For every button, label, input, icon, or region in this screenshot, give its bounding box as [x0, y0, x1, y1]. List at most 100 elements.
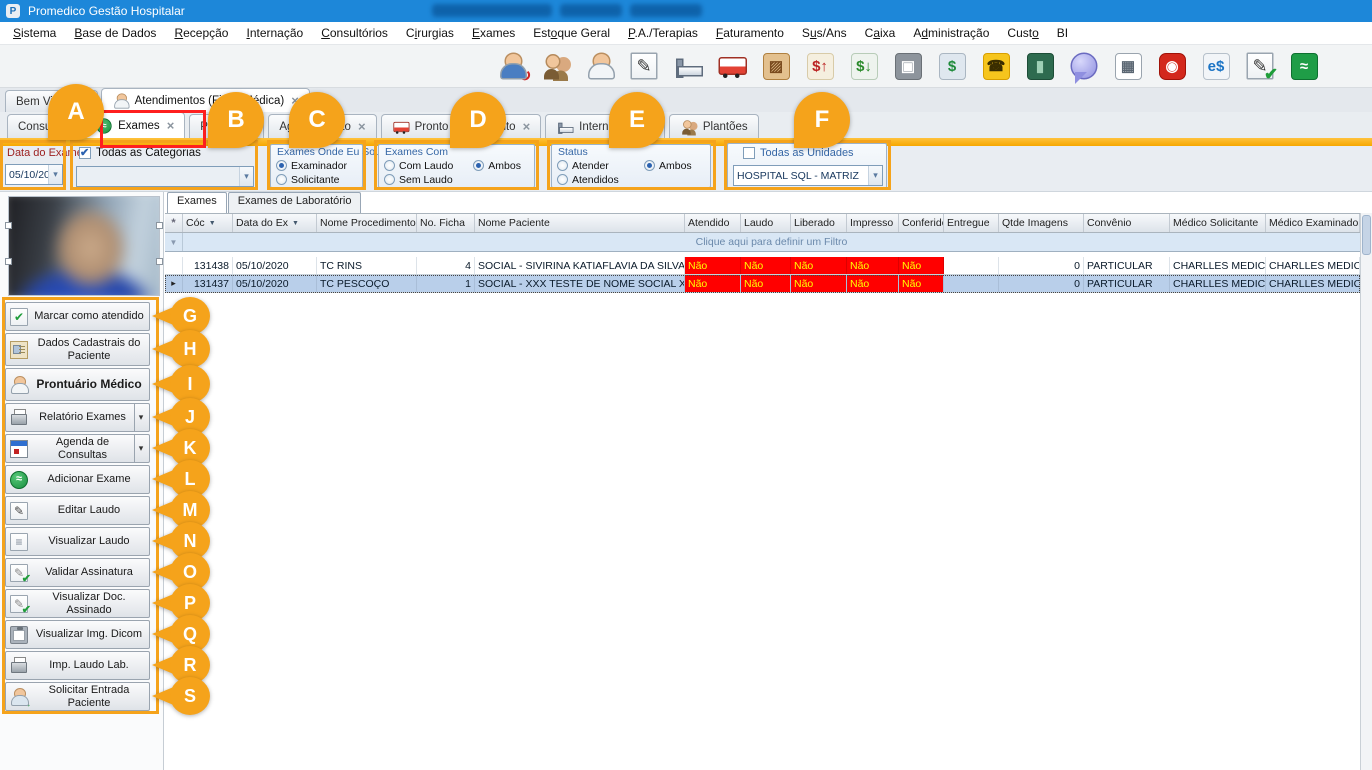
- menu-item-consultorios[interactable]: Consultórios: [312, 26, 397, 40]
- grid-tab-exames[interactable]: Exames: [167, 192, 227, 213]
- doctor-icon[interactable]: [584, 50, 616, 82]
- shutdown-icon[interactable]: ◉: [1156, 50, 1188, 82]
- radio-examinador[interactable]: Examinador: [276, 159, 357, 172]
- ambulance-icon[interactable]: [716, 50, 748, 82]
- button-validar-assinatura[interactable]: ✎✔Validar Assinatura: [5, 558, 150, 587]
- tab-prontuario[interactable]: Prontuário: [189, 114, 264, 138]
- close-tab-icon[interactable]: ×: [646, 119, 654, 134]
- resize-handle[interactable]: [156, 258, 163, 265]
- close-tab-icon[interactable]: ×: [167, 118, 175, 133]
- signed-doc-icon[interactable]: ✎✔: [1244, 50, 1276, 82]
- button-visualizar-img-dicom[interactable]: Visualizar Img. Dicom: [5, 620, 150, 649]
- manual-book-icon[interactable]: ▮: [1024, 50, 1056, 82]
- close-tab-icon[interactable]: ×: [291, 93, 299, 108]
- radio-solicitante[interactable]: Solicitante: [276, 173, 357, 186]
- close-tab-icon[interactable]: ×: [523, 119, 531, 134]
- menu-item-internacao[interactable]: Internação: [237, 26, 312, 40]
- column-header-impresso[interactable]: Impresso: [847, 214, 899, 232]
- tab-consultas[interactable]: Consultas: [7, 114, 80, 138]
- radio-ambos[interactable]: Ambos: [473, 159, 529, 172]
- column-header-conferido[interactable]: Conferido: [899, 214, 944, 232]
- button-editar-laudo[interactable]: ✎Editar Laudo: [5, 496, 150, 525]
- column-header-liberado[interactable]: Liberado: [791, 214, 847, 232]
- safe-icon[interactable]: ▣: [892, 50, 924, 82]
- scrollbar-thumb[interactable]: [1362, 215, 1371, 255]
- button-agenda-de-consultas[interactable]: Agenda de Consultas▾: [5, 434, 150, 463]
- grid-filter-row[interactable]: ▼ Clique aqui para definir um Filtro: [165, 233, 1360, 252]
- column-header-laudo[interactable]: Laudo: [741, 214, 791, 232]
- button-visualizar-doc-assinado[interactable]: ✎✔Visualizar Doc. Assinado: [5, 589, 150, 618]
- menu-item-custo[interactable]: Custo: [998, 26, 1047, 40]
- button-prontuario-medico[interactable]: Prontuário Médico: [5, 368, 150, 401]
- categoria-combo[interactable]: ▾: [76, 166, 254, 187]
- column-header-data[interactable]: Data do Ex▼: [233, 214, 317, 232]
- data-do-exame-combo[interactable]: 05/10/2020 ▾: [5, 164, 63, 185]
- exams-monitor-icon[interactable]: ≈: [1288, 50, 1320, 82]
- menu-item-administracao[interactable]: Administração: [904, 26, 998, 40]
- checkbox-checked-icon[interactable]: [79, 147, 91, 159]
- menu-item-bi[interactable]: BI: [1048, 26, 1077, 40]
- chat-icon[interactable]: [1068, 50, 1100, 82]
- close-tab-icon[interactable]: ×: [79, 94, 87, 109]
- column-header-indicator[interactable]: *: [165, 214, 183, 232]
- grid-tab-exames-de-laboratorio[interactable]: Exames de Laboratório: [228, 192, 362, 213]
- column-header-qtde[interactable]: Qtde Imagens: [999, 214, 1084, 232]
- chevron-down-icon[interactable]: ▾: [239, 167, 253, 186]
- hospital-bed-icon[interactable]: [672, 50, 704, 82]
- unidade-combo[interactable]: HOSPITAL SQL - MATRIZ ▾: [733, 165, 883, 186]
- button-imp-laudo-lab[interactable]: Imp. Laudo Lab.: [5, 651, 150, 680]
- sync-patients-icon[interactable]: ↻: [496, 50, 528, 82]
- menu-item-cirurgias[interactable]: Cirurgias: [397, 26, 463, 40]
- exam-row-131437[interactable]: ▸13143705/10/2020TC PESCOÇO1SOCIAL - XXX…: [165, 275, 1360, 293]
- column-header-paciente[interactable]: Nome Paciente: [475, 214, 685, 232]
- menu-item-sistema[interactable]: Sistema: [4, 26, 65, 40]
- column-header-solicitante[interactable]: Médico Solicitante: [1170, 214, 1266, 232]
- contract-icon[interactable]: ✎: [628, 50, 660, 82]
- column-header-ficha[interactable]: No. Ficha: [417, 214, 475, 232]
- column-header-atendido[interactable]: Atendido: [685, 214, 741, 232]
- invoice-icon[interactable]: ▦: [1112, 50, 1144, 82]
- radio-ambos[interactable]: Ambos: [644, 159, 705, 172]
- tab-pronto-atendimento[interactable]: Pronto Atendimento×: [381, 114, 542, 138]
- radio-atendidos[interactable]: Atendidos: [557, 173, 632, 186]
- tab-atendimentos-ficha-medica[interactable]: Atendimentos (Ficha Médica)×: [101, 88, 310, 112]
- button-visualizar-laudo[interactable]: ≡Visualizar Laudo: [5, 527, 150, 556]
- todas-categorias-checkbox[interactable]: Todas as Categorias: [79, 147, 201, 159]
- button-marcar-como-atendido[interactable]: ✔Marcar como atendido: [5, 302, 150, 331]
- phone-book-icon[interactable]: ☎: [980, 50, 1012, 82]
- menu-item-base-de-dados[interactable]: Base de Dados: [65, 26, 165, 40]
- menu-item-estoque-geral[interactable]: Estoque Geral: [524, 26, 619, 40]
- column-header-entregue[interactable]: Entregue: [944, 214, 999, 232]
- tab-agendamento[interactable]: Agendamento×: [268, 114, 376, 138]
- menu-item-sus-ans[interactable]: Sus/Ans: [793, 26, 856, 40]
- resize-handle[interactable]: [5, 222, 12, 229]
- button-solicitar-entrada-paciente[interactable]: →Solicitar Entrada Paciente: [5, 682, 150, 711]
- exam-row-131438[interactable]: 13143805/10/2020TC RINS4SOCIAL - SIVIRIN…: [165, 257, 1360, 275]
- chevron-down-icon[interactable]: ▾: [868, 166, 882, 185]
- menu-item-caixa[interactable]: Caixa: [856, 26, 905, 40]
- checkbox-unchecked-icon[interactable]: [743, 147, 755, 159]
- revenue-up-icon[interactable]: $↑: [804, 50, 836, 82]
- radio-atender[interactable]: Atender: [557, 159, 632, 172]
- button-adicionar-exame[interactable]: ≈Adicionar Exame: [5, 465, 150, 494]
- vertical-scrollbar[interactable]: [1360, 213, 1372, 770]
- menu-item-p-a-terapias[interactable]: P.A./Terapias: [619, 26, 707, 40]
- tab-internacoes[interactable]: Internações×: [545, 114, 665, 138]
- supplies-box-icon[interactable]: ▨: [760, 50, 792, 82]
- column-header-examinador[interactable]: Médico Examinador: [1266, 214, 1360, 232]
- radio-sem-laudo[interactable]: Sem Laudo: [384, 173, 461, 186]
- finance-chart-icon[interactable]: $: [936, 50, 968, 82]
- radio-com-laudo[interactable]: Com Laudo: [384, 159, 461, 172]
- cash-down-icon[interactable]: $↓: [848, 50, 880, 82]
- chevron-down-icon[interactable]: ▾: [48, 165, 62, 184]
- tab-exames[interactable]: ≈Exames×: [84, 112, 185, 138]
- button-dados-cadastrais-do-paciente[interactable]: Dados Cadastrais do Paciente: [5, 333, 150, 366]
- resize-handle[interactable]: [156, 222, 163, 229]
- e-invoice-icon[interactable]: e$: [1200, 50, 1232, 82]
- button-relatorio-exames[interactable]: Relatório Exames▾: [5, 403, 150, 432]
- dropdown-arrow-icon[interactable]: ▾: [134, 404, 147, 431]
- tab-bem-vindo[interactable]: Bem Vindo×: [5, 90, 98, 112]
- resize-handle[interactable]: [5, 258, 12, 265]
- close-tab-icon[interactable]: ×: [358, 119, 366, 134]
- patient-records-icon[interactable]: [540, 50, 572, 82]
